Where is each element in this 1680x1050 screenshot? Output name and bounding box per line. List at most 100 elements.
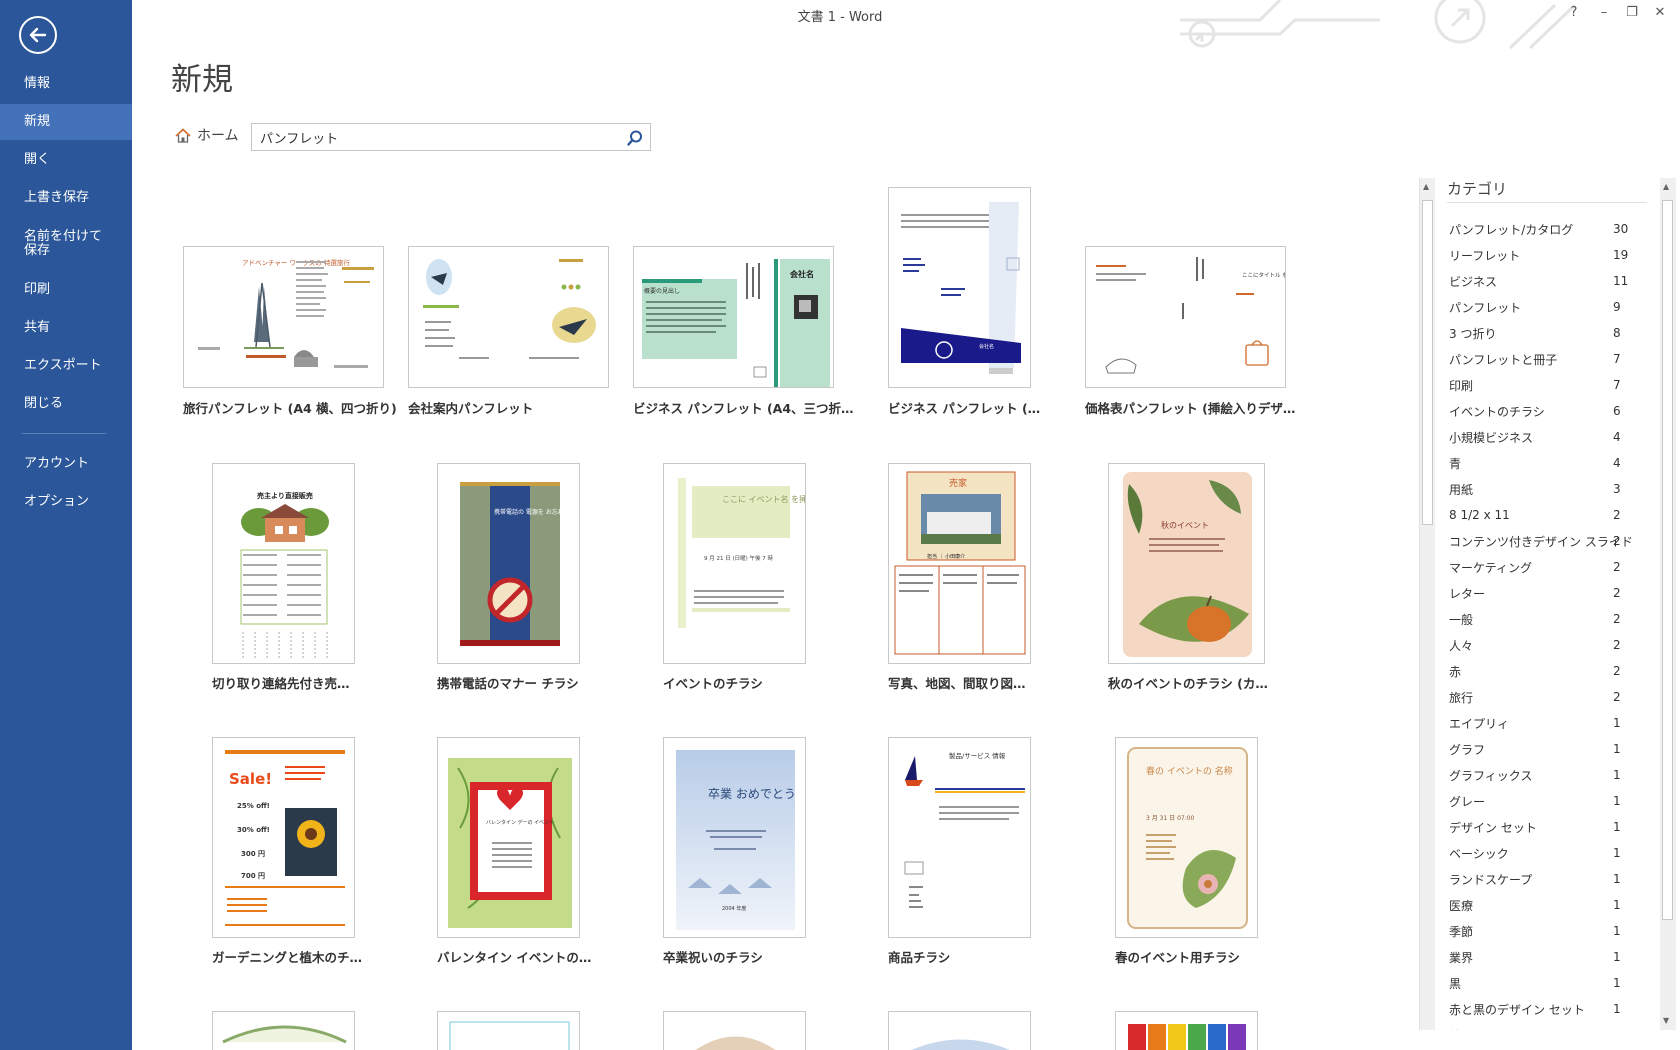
category-item[interactable]: 青4 (1435, 450, 1635, 476)
template-thumbnail[interactable]: ここにタイトル を入力 (1085, 246, 1286, 388)
nav-item-print[interactable]: 印刷 (0, 272, 132, 308)
template-thumbnail[interactable] (437, 1011, 580, 1050)
nav-item-account[interactable]: アカウント (0, 446, 132, 482)
category-item[interactable]: 地図 1 (1435, 1022, 1635, 1030)
template-label[interactable]: 旅行パンフレット (A4 横、四つ折り) (183, 398, 397, 417)
nav-item-new[interactable]: 新規 (0, 104, 132, 140)
nav-item-export[interactable]: エクスポート (0, 348, 132, 384)
nav-item-save-as[interactable]: 名前を付けて 保存 (0, 222, 132, 266)
nav-item-save[interactable]: 上書き保存 (0, 180, 132, 216)
category-count: 1 (1613, 898, 1621, 912)
template-thumbnail[interactable] (663, 1011, 806, 1050)
template-thumbnail[interactable] (1115, 1011, 1258, 1050)
template-thumbnail[interactable]: バレンタイン デーの イベント (437, 737, 580, 938)
template-thumbnail[interactable]: 会社名 (888, 187, 1031, 388)
template-thumbnail[interactable]: 携帯電話の 電源を お忘れなく お切り ください (437, 463, 580, 664)
template-label[interactable]: 切り取り連絡先付き売… (212, 673, 350, 692)
close-button[interactable]: ✕ (1646, 2, 1674, 24)
template-thumbnail[interactable]: アドベンチャー ワークスの 特選旅行 (183, 246, 384, 388)
category-item[interactable]: 人々 2 (1435, 632, 1635, 658)
category-item[interactable]: レター 2 (1435, 580, 1635, 606)
template-label[interactable]: 商品チラシ (888, 947, 950, 966)
template-thumbnail[interactable]: 製品/サービス 情報 (888, 737, 1031, 938)
category-count: 2 (1613, 664, 1621, 678)
scroll-down-icon[interactable]: ▼ (1663, 1016, 1669, 1025)
template-thumbnail[interactable] (408, 246, 609, 388)
category-item[interactable]: 小規模ビジネス 4 (1435, 424, 1635, 450)
template-thumbnail[interactable]: 概要の見出し 会社名 (633, 246, 834, 388)
nav-item-info[interactable]: 情報 (0, 66, 132, 102)
category-item[interactable]: デザイン セット 1 (1435, 814, 1635, 840)
category-item[interactable]: パンフレット/カタログ 30 (1435, 216, 1635, 242)
nav-item-close[interactable]: 閉じる (0, 386, 132, 422)
category-item[interactable]: 黒1 (1435, 970, 1635, 996)
category-item[interactable]: 赤と黒のデザイン セット 1 (1435, 996, 1635, 1022)
back-button[interactable] (19, 16, 57, 54)
category-item[interactable]: ベーシック 1 (1435, 840, 1635, 866)
template-label[interactable]: 価格表パンフレット (挿絵入りデザ… (1085, 398, 1295, 417)
circuit-decoration (1180, 0, 1577, 50)
category-item[interactable]: 季節 1 (1435, 918, 1635, 944)
template-thumbnail[interactable]: 売主より直接販売 (212, 463, 355, 664)
scroll-up-icon[interactable]: ▲ (1423, 182, 1429, 191)
category-count: 2 (1613, 612, 1621, 626)
category-item[interactable]: パンフレットと冊子 7 (1435, 346, 1635, 372)
category-item[interactable]: パンフレット 9 (1435, 294, 1635, 320)
category-item[interactable]: 8 1/2 x 11 2 (1435, 502, 1635, 528)
template-label[interactable]: 卒業祝いのチラシ (663, 947, 763, 966)
nav-item-open[interactable]: 開く (0, 142, 132, 178)
category-item[interactable]: ランドスケープ 1 (1435, 866, 1635, 892)
category-item[interactable]: リーフレット 19 (1435, 242, 1635, 268)
category-item[interactable]: 業界 1 (1435, 944, 1635, 970)
category-count: 2 (1613, 560, 1621, 574)
category-item[interactable]: イベントのチラシ 6 (1435, 398, 1635, 424)
search-input[interactable] (252, 124, 612, 150)
template-label[interactable]: ビジネス パンフレット (A4、三つ折… (633, 398, 854, 417)
template-thumbnail[interactable]: 秋のイベント (1108, 463, 1265, 664)
category-item[interactable]: マーケティング 2 (1435, 554, 1635, 580)
category-item[interactable]: 印刷 7 (1435, 372, 1635, 398)
template-label[interactable]: 携帯電話のマナー チラシ (437, 673, 579, 692)
template-scrollbar[interactable]: ▲ (1419, 178, 1435, 1030)
category-item[interactable]: グレー 1 (1435, 788, 1635, 814)
scroll-up-icon[interactable]: ▲ (1663, 182, 1669, 191)
category-item[interactable]: 赤2 (1435, 658, 1635, 684)
category-item[interactable]: 用紙 3 (1435, 476, 1635, 502)
category-item[interactable]: グラフィックス 1 (1435, 762, 1635, 788)
minimize-button[interactable]: – (1590, 2, 1618, 24)
home-link[interactable]: ホーム (175, 125, 239, 145)
category-item[interactable]: グラフ 1 (1435, 736, 1635, 762)
template-thumbnail[interactable]: Sale! 25% off! 30% off! 300 円 700 円 (212, 737, 355, 938)
scrollbar-thumb[interactable] (1662, 200, 1673, 920)
template-label[interactable]: 秋のイベントのチラシ (カ… (1108, 673, 1268, 692)
template-label[interactable]: バレンタイン イベントの… (437, 947, 591, 966)
search-icon[interactable] (626, 129, 644, 147)
template-label[interactable]: 会社案内パンフレット (408, 398, 533, 417)
template-thumbnail[interactable]: 春の イベントの 名称 3 月 31 日 07:00 (1115, 737, 1258, 938)
help-button[interactable]: ? (1560, 2, 1588, 24)
nav-item-share[interactable]: 共有 (0, 310, 132, 346)
category-item[interactable]: 旅行 2 (1435, 684, 1635, 710)
template-label[interactable]: ガーデニングと植木のチ… (212, 947, 362, 966)
category-item[interactable]: 3 つ折り 8 (1435, 320, 1635, 346)
category-scrollbar[interactable]: ▲ ▼ (1660, 178, 1676, 1030)
category-item[interactable]: エイプリィ 1 (1435, 710, 1635, 736)
template-thumbnail[interactable] (888, 1011, 1031, 1050)
template-thumbnail[interactable]: 卒業 おめでとう 2004 年度 (663, 737, 806, 938)
template-label[interactable]: イベントのチラシ (663, 673, 763, 692)
category-item[interactable]: 一般 2 (1435, 606, 1635, 632)
template-thumbnail[interactable]: 売家 担当 ｜ 小田康介 (888, 463, 1031, 664)
category-item[interactable]: 医療 1 (1435, 892, 1635, 918)
template-thumbnail[interactable]: ここに イベント名 を挿入 9 月 21 日 (日曜) 午後 7 時 (663, 463, 806, 664)
template-label[interactable]: 写真、地図、間取り図… (888, 673, 1026, 692)
template-label[interactable]: 春のイベント用チラシ (1115, 947, 1240, 966)
template-label[interactable]: ビジネス パンフレット (… (888, 398, 1040, 417)
nav-item-options[interactable]: オプション (0, 484, 132, 520)
scrollbar-thumb[interactable] (1422, 200, 1433, 525)
restore-button[interactable]: ❐ (1618, 2, 1646, 24)
thumb-text: ここに イベント名 を挿入 (722, 494, 806, 504)
category-item[interactable]: コンテンツ付きデザイン スライド 2 (1435, 528, 1635, 554)
category-count: 9 (1613, 300, 1621, 314)
category-item[interactable]: ビジネス 11 (1435, 268, 1635, 294)
template-thumbnail[interactable] (212, 1011, 355, 1050)
